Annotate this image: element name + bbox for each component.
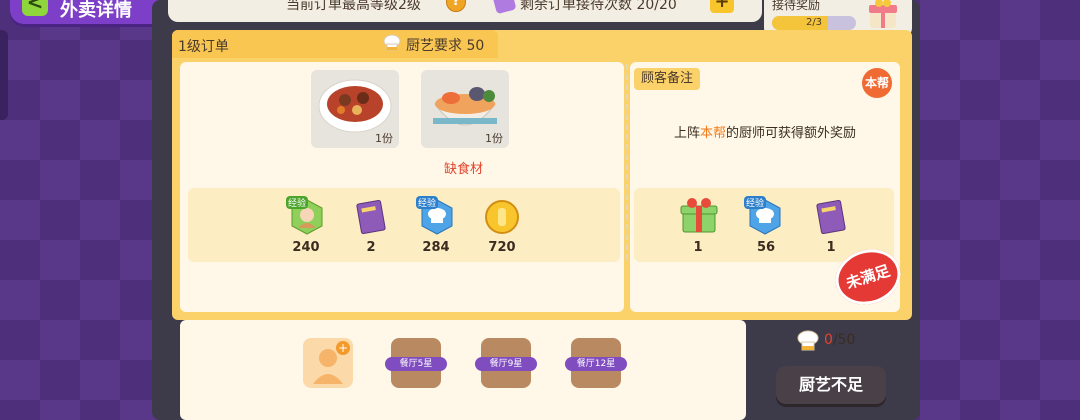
dish-card[interactable]: 1份 xyxy=(421,70,509,148)
reward-value: 284 xyxy=(422,240,450,255)
chef-requirement: 厨艺要求 50 xyxy=(406,38,485,54)
order-level-label: 1级订单 xyxy=(178,39,229,55)
reward-value: 1 xyxy=(693,240,703,255)
reward-value: 240 xyxy=(292,240,320,255)
customer-note-text: 上阵本帮的厨师可获得额外奖励 xyxy=(673,126,857,141)
locked-chef-slot[interactable]: 餐厅12星 xyxy=(565,338,627,388)
help-icon[interactable]: ? xyxy=(446,0,466,12)
recipe-book-icon xyxy=(356,199,386,235)
reward-value: 720 xyxy=(488,240,516,255)
locked-chef-slot[interactable]: 餐厅9星 xyxy=(475,338,537,388)
chef-toque-icon xyxy=(797,330,819,351)
gift-box-icon xyxy=(680,198,718,233)
add-orders-button[interactable]: + xyxy=(710,0,734,13)
reward-value: 2 xyxy=(366,240,376,255)
chef-toque-icon xyxy=(383,34,401,51)
chef-slots-panel xyxy=(180,320,746,420)
slot-unlock-label: 餐厅5星 xyxy=(385,357,447,371)
order-detail-left xyxy=(180,62,624,312)
chef-silhouette-icon: + xyxy=(313,341,350,384)
reward-value: 1 xyxy=(826,240,836,255)
recipe-book-icon xyxy=(816,199,846,235)
dish-card[interactable]: 1份 xyxy=(311,70,399,148)
exp-badge: 经验 xyxy=(416,196,439,209)
add-chef-slot[interactable]: + xyxy=(303,338,353,388)
svg-text:+: + xyxy=(338,341,348,355)
locked-chef-slot[interactable]: 餐厅5星 xyxy=(385,338,447,388)
reward-gift-icon[interactable] xyxy=(866,0,900,30)
page-title: 外卖详情 xyxy=(60,0,132,21)
exp-badge: 经验 xyxy=(744,196,767,209)
reception-reward-label: 接待奖励 xyxy=(772,0,821,12)
dish-quantity: 1份 xyxy=(375,132,393,145)
side-drawer-tab[interactable] xyxy=(0,30,8,120)
slot-unlock-label: 餐厅9星 xyxy=(475,357,537,371)
max-level-text: 当前订单最高等级2级 xyxy=(286,0,421,13)
remaining-orders-text: 剩余订单接待次数 20/20 xyxy=(520,0,677,13)
back-button[interactable]: < xyxy=(22,0,48,16)
chef-skill-progress: 0/50 xyxy=(824,332,856,348)
insufficient-skill-button[interactable]: 厨艺不足 xyxy=(776,366,886,404)
exp-badge: 经验 xyxy=(286,196,309,209)
dish-quantity: 1份 xyxy=(485,132,503,145)
reception-reward-progress: 2/3 xyxy=(772,16,856,30)
panel-divider xyxy=(626,64,630,260)
missing-ingredients-text: 缺食材 xyxy=(444,162,484,177)
cuisine-badge: 本帮 xyxy=(862,68,892,98)
rewards-row xyxy=(188,188,620,262)
progress-text: 2/3 xyxy=(805,17,823,28)
reward-value: 56 xyxy=(756,240,776,255)
slot-unlock-label: 餐厅12星 xyxy=(565,357,627,371)
top-info-bar: 当前订单最高等级2级 ? 剩余订单接待次数 20/20 + xyxy=(168,0,762,22)
gold-coin-icon xyxy=(485,200,519,234)
ticket-icon xyxy=(491,0,517,15)
customer-note-label: 顾客备注 xyxy=(634,68,700,90)
